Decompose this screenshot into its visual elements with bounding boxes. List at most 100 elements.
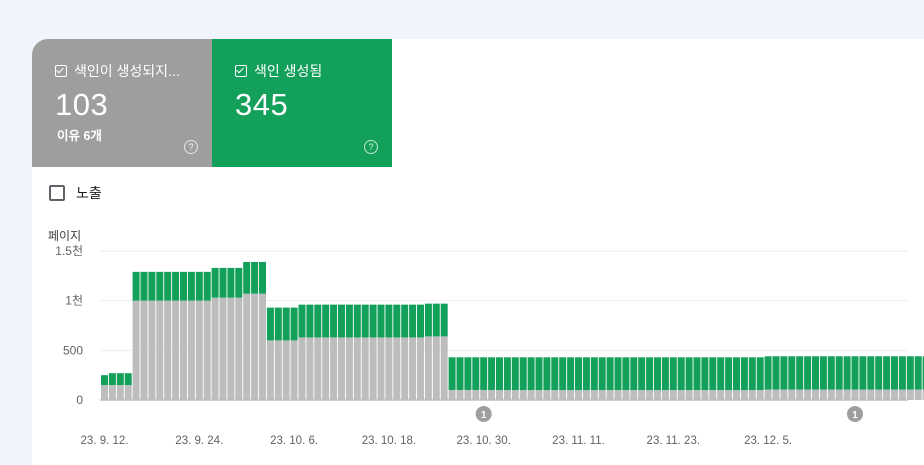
bar-indexed [148,271,156,301]
bar-indexed [345,304,353,338]
bar-not-indexed [345,337,353,400]
bar-indexed [330,304,338,338]
bar-not-indexed [772,389,780,400]
bar-not-indexed [851,389,859,400]
bar-indexed [701,357,709,391]
y-tick-label: 1.5천 [55,243,83,258]
bar-not-indexed [140,300,148,400]
bar-indexed [812,356,819,390]
bar-not-indexed [496,390,503,400]
bar-indexed [827,356,835,390]
bar-indexed [669,357,677,391]
y-tick-label: 0 [76,393,83,407]
y-tick-label: 1천 [65,293,83,308]
bar-not-indexed [148,300,156,400]
bar-not-indexed [804,389,812,400]
bar-not-indexed [472,390,480,400]
bar-not-indexed [898,389,906,400]
bar-not-indexed [282,340,290,400]
bar-indexed [630,357,638,391]
bar-not-indexed [551,390,559,400]
bar-indexed [251,261,259,294]
bar-indexed [535,357,543,391]
bar-not-indexed [132,300,140,400]
bar-not-indexed [654,390,661,400]
bar-indexed [156,271,164,301]
bar-not-indexed [164,300,172,400]
bar-not-indexed [740,390,748,400]
bar-not-indexed [701,390,709,400]
bar-indexed [575,357,582,391]
bar-indexed [796,356,804,390]
bar-not-indexed [677,390,685,400]
bar-indexed [622,357,630,391]
bar-not-indexed [409,337,417,400]
bar-not-indexed [725,390,733,400]
bar-not-indexed [914,389,922,400]
bar-indexed [108,373,116,386]
bar-not-indexed [488,390,496,400]
bar-not-indexed [788,389,796,400]
bar-indexed [851,356,859,390]
bar-not-indexed [867,389,875,400]
bar-not-indexed [172,300,180,400]
bar-not-indexed [456,390,464,400]
bar-indexed [480,357,488,391]
bar-not-indexed [638,390,646,400]
bar-not-indexed [614,390,622,400]
x-tick-label: 23. 10. 30. [457,435,511,447]
bar-indexed [187,271,195,301]
bar-indexed [448,357,456,391]
bar-not-indexed [535,390,543,400]
bar-indexed [140,271,148,301]
bar-not-indexed [424,336,432,400]
bar-indexed [290,307,298,341]
bar-indexed [164,271,172,301]
bar-not-indexed [306,337,314,400]
bar-not-indexed [251,293,259,400]
bar-indexed [266,307,274,341]
bar-not-indexed [274,340,282,400]
bar-not-indexed [812,389,819,400]
bar-indexed [598,357,606,391]
bar-indexed [417,304,424,338]
bar-indexed [259,261,266,294]
bar-indexed [733,357,740,391]
bar-not-indexed [401,337,409,400]
bar-indexed [195,271,203,301]
bar-indexed [543,357,551,391]
bar-not-indexed [748,390,756,400]
bar-not-indexed [116,385,124,400]
bar-not-indexed [290,340,298,400]
bar-indexed [124,373,132,386]
pages-chart: 페이지 0 500 1천 1.5천 23. 9. 12. 23. 9. 24. 23. 10.… [48,229,924,447]
bar-not-indexed [314,337,322,400]
bar-indexed [338,304,345,338]
report-card: 색인이 생성되지... 103 이유 6개 ? 색인 생성됨 345 ? 노출 … [32,39,924,465]
bar-indexed [780,356,788,390]
bar-not-indexed [108,385,116,400]
bar-not-indexed [417,337,424,400]
bar-not-indexed [298,337,306,400]
bar-indexed [519,357,527,391]
bar-not-indexed [211,297,219,400]
bar-indexed [661,357,669,391]
bar-indexed [859,356,867,390]
y-axis-label: 페이지 [48,229,81,243]
bar-indexed [654,357,661,391]
bar-indexed [764,356,772,390]
bar-not-indexed [266,340,274,400]
bar-not-indexed [559,390,567,400]
x-tick-label: 23. 11. 11. [552,435,605,447]
bar-indexed [867,356,875,390]
bar-not-indexed [432,336,440,400]
bar-not-indexed [575,390,582,400]
bar-not-indexed [590,390,598,400]
bar-indexed [440,303,448,337]
bar-indexed [756,357,764,391]
bar-not-indexed [353,337,361,400]
bar-not-indexed [243,293,251,400]
bar-indexed [409,304,417,338]
bar-not-indexed [338,337,345,400]
bar-indexed [353,304,361,338]
